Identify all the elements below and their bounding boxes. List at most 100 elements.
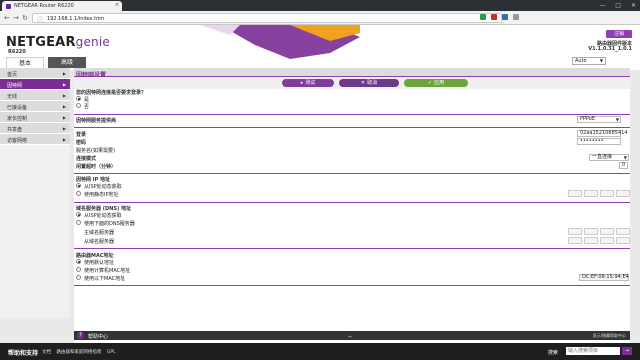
tab-basic[interactable]: 基本 xyxy=(6,57,44,68)
primary-dns-input[interactable] xyxy=(568,228,630,235)
sidebar-item[interactable]: 访客网络 ▶ xyxy=(0,134,70,145)
dns-dynamic-option[interactable]: 从ISP处动态获取 xyxy=(76,212,632,219)
secondary-dns-input[interactable] xyxy=(568,237,630,244)
tab-advanced[interactable]: 高级 xyxy=(48,57,86,68)
info-icon[interactable]: ⓘ xyxy=(37,15,43,24)
dns-manual-label: 使用下面的DNS服务器 xyxy=(84,221,135,227)
footer-link-gpl[interactable]: GPL xyxy=(107,350,116,355)
radio-no[interactable] xyxy=(76,103,81,108)
sidebar-item[interactable]: 家长控制 ▶ xyxy=(0,112,70,123)
secondary-dns-label: 从域名服务器 xyxy=(84,239,115,245)
radio-yes[interactable] xyxy=(76,96,81,101)
logout-button[interactable]: 注销 xyxy=(606,30,632,38)
divider xyxy=(74,248,630,249)
help-toggle-link[interactable]: 显示/隐藏帮助中心 xyxy=(593,333,626,339)
radio-dns-dynamic[interactable] xyxy=(76,212,81,217)
static-ip-input[interactable] xyxy=(568,190,630,197)
sidebar-item[interactable]: 已接设备 ▶ xyxy=(0,101,70,112)
chevron-down-icon: ▼ xyxy=(615,117,619,122)
connection-mode-select[interactable]: 一直连接 ▼ xyxy=(589,154,629,161)
sidebar-item-label: 无线 xyxy=(7,94,18,100)
radio-mac-custom[interactable] xyxy=(76,275,81,280)
dns-manual-option[interactable]: 使用下面的DNS服务器 xyxy=(76,220,632,227)
help-icon: ? xyxy=(77,332,84,339)
tab-close-icon[interactable]: × xyxy=(115,2,119,8)
help-center-label: 帮助中心 xyxy=(88,334,109,340)
mac-custom-option[interactable]: 使用以下MAC地址 xyxy=(76,275,632,282)
back-icon[interactable]: ← xyxy=(4,14,10,22)
no-label: 否 xyxy=(84,104,90,110)
title-bar: 因特网设置 xyxy=(74,68,630,79)
help-center-bar[interactable]: ? 帮助中心 ︽ 显示/隐藏帮助中心 xyxy=(74,331,630,340)
radio-ip-static[interactable] xyxy=(76,191,81,196)
browser-tab[interactable]: NETGEAR Router R6220 × xyxy=(2,1,122,11)
password-input[interactable]: •••••••• xyxy=(577,138,621,145)
forward-icon[interactable]: → xyxy=(13,14,19,22)
mac-section-title: 路由器MAC地址 xyxy=(76,253,114,259)
ip-dynamic-option[interactable]: 从ISP处动态获取 xyxy=(76,183,632,190)
radio-mac-computer[interactable] xyxy=(76,267,81,272)
ip-static-option[interactable]: 使用静态IP地址 xyxy=(76,191,632,198)
footer: 帮助和支持 文档 路由器和家庭网络指南 GPL 搜索 → xyxy=(0,343,640,360)
radio-mac-default[interactable] xyxy=(76,259,81,264)
chevron-right-icon: ▶ xyxy=(62,104,66,109)
footer-link-docs[interactable]: 文档 xyxy=(42,350,51,355)
shield-extension-icon[interactable] xyxy=(480,14,486,20)
bookmark-star-icon[interactable] xyxy=(502,14,508,20)
service-name-label: 服务名(如果需要) xyxy=(76,148,115,154)
chevron-right-icon: ▶ xyxy=(62,93,66,98)
login-yes-option[interactable]: 是 xyxy=(76,96,632,103)
apply-label: 应用 xyxy=(434,80,445,86)
main-panel: 因特网设置 ▸ 测试 ✕ 取消 ✓ 应用 您的因特网连接是否要求登录？ 是 否 因特网… xyxy=(74,68,630,358)
chevron-up-icon[interactable]: ︽ xyxy=(348,333,352,339)
sidebar-item[interactable]: 因特网 ▶ xyxy=(0,79,70,90)
ip-section-title: 因特网 IP 地址 xyxy=(76,177,111,183)
translate-extension-icon[interactable] xyxy=(491,14,497,20)
cancel-button[interactable]: ✕ 取消 xyxy=(339,79,399,87)
ip-static-label: 使用静态IP地址 xyxy=(84,192,119,198)
router-page: NETGEARgenie R6220 注销 路由器固件版本 V1.1.0.31_… xyxy=(0,25,640,360)
apply-button[interactable]: ✓ 应用 xyxy=(404,79,468,87)
sidebar-item[interactable]: 共享盘 ▶ xyxy=(0,123,70,134)
menu-icon[interactable] xyxy=(513,14,519,20)
divider xyxy=(74,202,630,203)
mac-address-input[interactable]: DC:EF:09:15:94:E4 xyxy=(579,274,629,281)
page-header: NETGEARgenie R6220 注销 路由器固件版本 V1.1.0.31_… xyxy=(0,25,640,70)
close-window-button[interactable]: ✕ xyxy=(631,2,636,9)
maximize-button[interactable]: □ xyxy=(615,2,621,9)
apply-icon: ✓ xyxy=(427,80,433,86)
genie-text: genie xyxy=(75,35,110,49)
idle-timeout-input[interactable]: 0 xyxy=(619,162,628,169)
test-button[interactable]: ▸ 测试 xyxy=(282,79,334,87)
search-go-button[interactable]: → xyxy=(622,347,632,355)
language-select[interactable]: Auto ▼ xyxy=(572,57,606,65)
search-input[interactable] xyxy=(566,347,620,355)
footer-link-guide[interactable]: 路由器和家庭网络指南 xyxy=(56,350,101,355)
radio-dns-manual[interactable] xyxy=(76,220,81,225)
radio-ip-dynamic[interactable] xyxy=(76,183,81,188)
sidebar-item-label: 因特网 xyxy=(7,83,23,89)
sidebar-item[interactable]: 无线 ▶ xyxy=(0,90,70,101)
minimize-button[interactable]: — xyxy=(599,2,605,9)
window-controls: — □ ✕ xyxy=(599,2,636,9)
mac-default-option[interactable]: 使用默认地址 xyxy=(76,259,632,266)
provider-value: PPPoE xyxy=(580,116,596,122)
divider xyxy=(74,127,630,128)
language-value: Auto xyxy=(575,58,587,64)
mac-computer-option[interactable]: 使用计算机MAC地址 xyxy=(76,267,632,274)
sidebar-item-label: 已接设备 xyxy=(7,105,28,111)
mac-default-label: 使用默认地址 xyxy=(84,260,115,266)
provider-select[interactable]: PPPoE ▼ xyxy=(577,116,621,123)
chevron-down-icon: ▼ xyxy=(599,58,603,63)
dns-dynamic-label: 从ISP处动态获取 xyxy=(84,213,122,219)
footer-links: 文档 路由器和家庭网络指南 GPL xyxy=(42,349,120,355)
login-no-option[interactable]: 否 xyxy=(76,103,632,110)
test-icon: ▸ xyxy=(300,80,304,86)
login-input[interactable]: 02aa15210685414 xyxy=(577,130,627,137)
url-field[interactable]: ⓘ 192.168.1.1/index.htm xyxy=(32,13,502,24)
settings-form: 您的因特网连接是否要求登录？ 是 否 因特网服务提供商 PPPoE ▼ 登录 02… xyxy=(74,89,630,339)
sidebar-item[interactable]: 首页 ▶ xyxy=(0,68,70,79)
divider xyxy=(74,173,630,174)
reload-icon[interactable]: ↻ xyxy=(22,14,28,22)
ip-dynamic-label: 从ISP处动态获取 xyxy=(84,184,122,190)
